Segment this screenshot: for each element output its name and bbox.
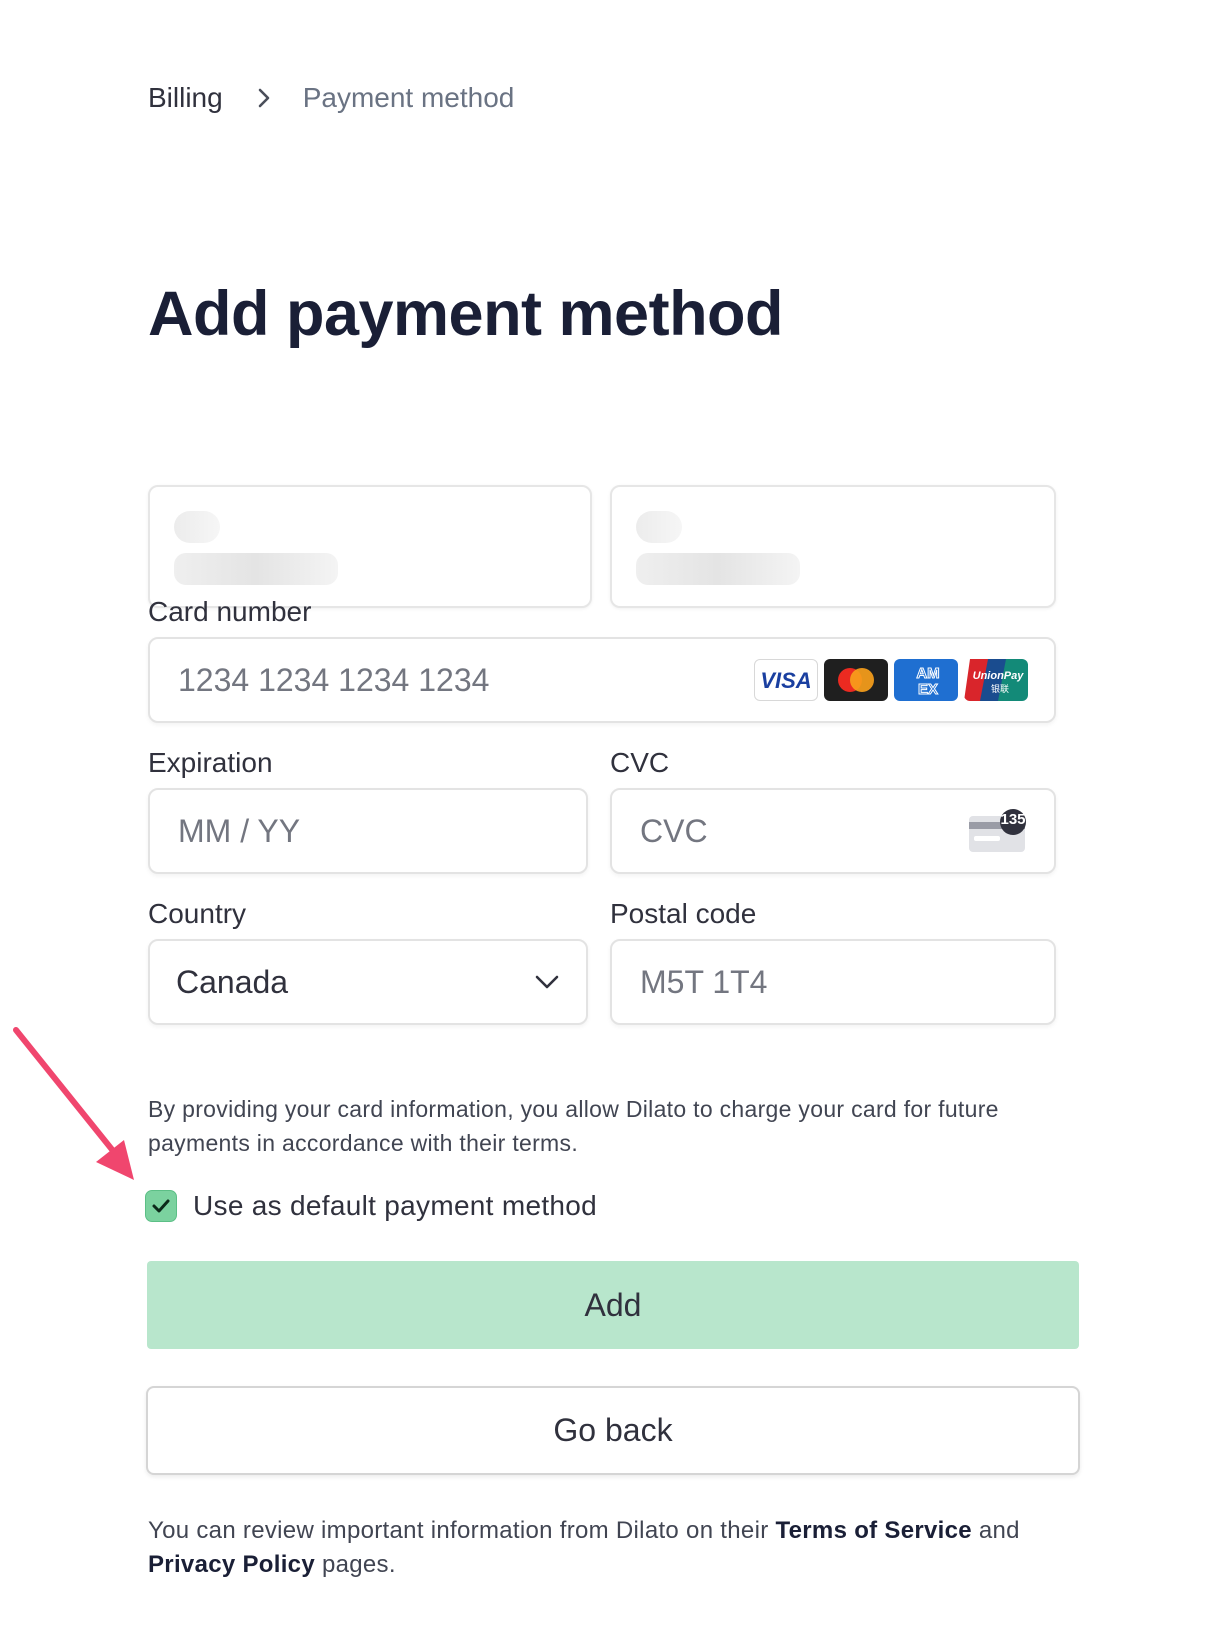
cvc-input[interactable]	[638, 811, 968, 851]
postal-code-label: Postal code	[610, 898, 757, 929]
wallet-option-skeleton[interactable]	[610, 485, 1056, 608]
expiration-label: Expiration	[148, 747, 273, 778]
privacy-policy-link[interactable]: Privacy Policy	[148, 1551, 315, 1578]
postal-code-field[interactable]	[610, 939, 1056, 1025]
visa-icon: VISA	[754, 659, 818, 701]
breadcrumb-billing-link[interactable]: Billing	[148, 82, 223, 114]
add-button[interactable]: Add	[147, 1261, 1079, 1349]
wallet-option-skeleton[interactable]	[148, 485, 592, 608]
cvc-label: CVC	[610, 747, 670, 778]
skeleton-placeholder	[174, 553, 338, 585]
country-label: Country	[148, 898, 247, 929]
default-payment-checkbox[interactable]	[145, 1190, 177, 1222]
terms-of-service-link[interactable]: Terms of Service	[775, 1517, 971, 1544]
chevron-right-icon	[258, 88, 270, 108]
card-number-input[interactable]	[176, 660, 754, 700]
footer-and: and	[978, 1517, 1020, 1544]
cvc-field[interactable]: 135	[610, 788, 1056, 874]
checkmark-icon	[152, 1199, 170, 1213]
amex-icon: AM EX	[894, 659, 958, 701]
svg-text:EX: EX	[918, 681, 938, 697]
expiration-input[interactable]	[176, 811, 560, 851]
country-select-value: Canada	[176, 963, 289, 1000]
svg-text:AM: AM	[916, 665, 939, 682]
page-title: Add payment method	[148, 279, 784, 349]
skeleton-placeholder	[174, 511, 220, 543]
svg-text:UnionPay: UnionPay	[973, 670, 1025, 682]
breadcrumb-current: Payment method	[302, 82, 515, 113]
card-number-label: Card number	[148, 596, 312, 627]
default-payment-checkbox-row[interactable]: Use as default payment method	[145, 1190, 597, 1222]
skeleton-placeholder	[636, 511, 682, 543]
country-select[interactable]: Canada	[148, 939, 588, 1025]
mastercard-icon	[824, 659, 888, 701]
default-payment-label: Use as default payment method	[193, 1190, 598, 1221]
card-number-field[interactable]: VISA AMEX UnionPay 银联	[148, 637, 1056, 723]
cvc-card-icon: 135	[968, 808, 1028, 854]
svg-text:银联: 银联	[991, 683, 1009, 694]
cvc-hint-number: 135	[1000, 811, 1026, 828]
postal-code-input[interactable]	[638, 962, 1028, 1002]
annotation-arrow-icon	[13, 1027, 134, 1180]
footer-prefix: You can review important information fro…	[148, 1517, 769, 1544]
skeleton-placeholder	[636, 553, 800, 585]
chevron-down-icon	[535, 975, 559, 989]
unionpay-icon: UnionPay 银联	[964, 659, 1028, 701]
svg-text:VISA: VISA	[760, 668, 811, 693]
footer-text: You can review important information fro…	[148, 1514, 1088, 1582]
expiration-field[interactable]	[148, 788, 588, 874]
footer-suffix: pages.	[321, 1551, 396, 1578]
go-back-button[interactable]: Go back	[146, 1386, 1080, 1475]
card-brands: VISA AM EX UnionPay 银联	[754, 659, 1028, 701]
breadcrumb: Billing Payment method	[148, 82, 514, 114]
authorization-notice: By providing your card information, you …	[148, 1096, 999, 1156]
